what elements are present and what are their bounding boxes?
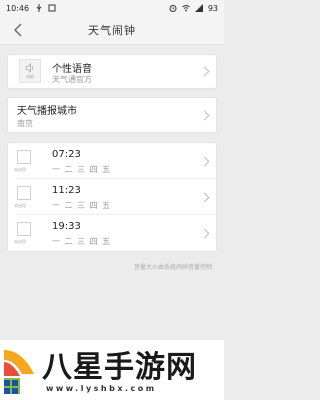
chevron-right-icon <box>199 156 210 167</box>
alarm-time: 11:23 <box>52 185 81 196</box>
back-arrow-icon[interactable] <box>9 21 27 39</box>
voice-source: 天气通官方 <box>52 75 92 84</box>
status-time: 10:46 <box>6 3 30 13</box>
voice-setting-row[interactable]: 试听 个性语音 天气通官方 <box>8 55 216 88</box>
alarm-list: 未启用 07:23 一 二 三 四 五 未启用 11:23 一 二 三 四 五 … <box>8 143 216 251</box>
title-bar: 天气闹钟 <box>0 16 224 45</box>
checkbox-label: 未启用 <box>14 203 26 208</box>
alarm-time: 19:33 <box>52 221 81 232</box>
alarm-row[interactable]: 未启用 19:33 一 二 三 四 五 <box>8 215 216 251</box>
notification-icon <box>48 4 56 12</box>
alarm-icon <box>169 5 177 12</box>
chevron-right-icon <box>199 110 210 121</box>
watermark-url: www.lyshbx.com <box>46 384 157 393</box>
city-label: 天气播报城市 <box>17 106 77 117</box>
alarm-days: 一 二 三 四 五 <box>52 165 112 174</box>
watermark-title: 八星手游网 <box>42 350 197 385</box>
checkbox-label: 未启用 <box>14 167 26 172</box>
alarm-row[interactable]: 未启用 11:23 一 二 三 四 五 <box>8 179 216 215</box>
speaker-icon <box>25 62 33 73</box>
site-logo-icon <box>4 350 34 394</box>
chevron-right-icon <box>199 228 210 239</box>
alarm-days: 一 二 三 四 五 <box>52 237 112 246</box>
alarm-row[interactable]: 未启用 07:23 一 二 三 四 五 <box>8 143 216 179</box>
voice-preview-label: 试听 <box>26 73 34 79</box>
voice-name: 个性语音 <box>52 64 92 75</box>
wifi-icon <box>181 5 190 12</box>
signal-icon <box>194 4 203 12</box>
usb-icon <box>36 4 42 12</box>
city-setting-row[interactable]: 天气播报城市 南京 <box>8 98 216 132</box>
voice-preview-button[interactable]: 试听 <box>19 59 41 83</box>
watermark-banner: 八星手游网 www.lyshbx.com <box>0 340 224 400</box>
status-bar: 10:46 93 <box>0 0 224 16</box>
volume-hint: 音量大小由系统闹钟音量控制 <box>133 264 212 271</box>
checkbox-label: 未启用 <box>14 239 26 244</box>
alarm-enable-checkbox[interactable] <box>17 186 31 200</box>
city-value: 南京 <box>17 119 33 128</box>
alarm-days: 一 二 三 四 五 <box>52 201 112 210</box>
alarm-enable-checkbox[interactable] <box>17 150 31 164</box>
alarm-enable-checkbox[interactable] <box>17 222 31 236</box>
battery-level: 93 <box>207 3 218 13</box>
page-title: 天气闹钟 <box>88 24 136 37</box>
chevron-right-icon <box>199 66 210 77</box>
alarm-time: 07:23 <box>52 149 81 160</box>
chevron-right-icon <box>199 192 210 203</box>
